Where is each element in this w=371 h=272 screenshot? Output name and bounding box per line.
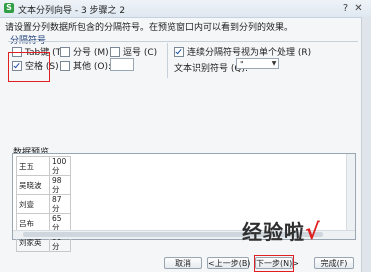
help-icon[interactable]: ? (340, 3, 351, 14)
semicolon-checkbox-label: 分号 (M) (73, 48, 109, 58)
preview-cell-score: 100分 (49, 156, 71, 176)
preview-vertical-scrollbar[interactable] (346, 154, 355, 232)
watermark-check-mark: √ (305, 220, 321, 245)
window-title: 文本分列向导 - 3 步骤之 2 (18, 6, 126, 16)
preview-cell-name: 王五 (16, 156, 50, 176)
consecutive-checkbox[interactable] (174, 46, 184, 57)
finish-button[interactable]: 完成(F) (314, 257, 354, 269)
back-button[interactable]: <上一步(B) (207, 257, 250, 269)
comma-checkbox-row[interactable]: 逗号 (C) (110, 45, 157, 58)
watermark-logo: 经验啦√ (242, 216, 321, 245)
space-highlight-annotation (8, 52, 50, 82)
background-window-edge (361, 17, 371, 272)
close-icon[interactable]: ✕ (353, 3, 364, 14)
comma-checkbox[interactable] (110, 46, 120, 57)
consecutive-checkbox-row[interactable]: 连续分隔符号视为单个处理 (R) (174, 45, 311, 58)
preview-cell-name: 吴晓波 (16, 175, 50, 195)
other-checkbox[interactable] (60, 60, 70, 71)
text-qualifier-select[interactable]: " ▼ (236, 58, 279, 69)
next-highlight-annotation (254, 255, 294, 272)
options-divider (167, 43, 168, 78)
comma-checkbox-label: 逗号 (C) (123, 48, 158, 58)
watermark-text: 经验啦 (242, 220, 305, 244)
text-qualifier-value: " (240, 60, 244, 69)
consecutive-checkbox-label: 连续分隔符号视为单个处理 (R) (187, 48, 312, 58)
semicolon-checkbox-row[interactable]: 分号 (M) (60, 45, 109, 58)
chevron-down-icon[interactable]: ▼ (270, 59, 278, 68)
wps-app-icon: S (4, 3, 14, 13)
other-checkbox-row[interactable]: 其他 (O): (60, 59, 111, 72)
semicolon-checkbox[interactable] (60, 46, 70, 57)
group-divider (8, 41, 358, 42)
preview-cell-name: 刘壹 (16, 194, 50, 214)
table-row: 王五 100分 (16, 156, 71, 176)
instruction-text: 请设置分列数据所包含的分隔符号。在预览窗口内可以看到分列的效果。 (5, 23, 294, 33)
cancel-button[interactable]: 取消 (164, 257, 202, 269)
title-bar: S 文本分列向导 - 3 步骤之 2 ? ✕ (0, 0, 371, 18)
other-checkbox-label: 其他 (O): (73, 62, 111, 72)
preview-cell-score: 98分 (49, 175, 71, 195)
table-row: 刘壹 87分 (16, 194, 71, 214)
table-row: 吴晓波 98分 (16, 175, 71, 195)
preview-cell-score: 87分 (49, 194, 71, 214)
other-delimiter-input[interactable] (110, 58, 134, 71)
